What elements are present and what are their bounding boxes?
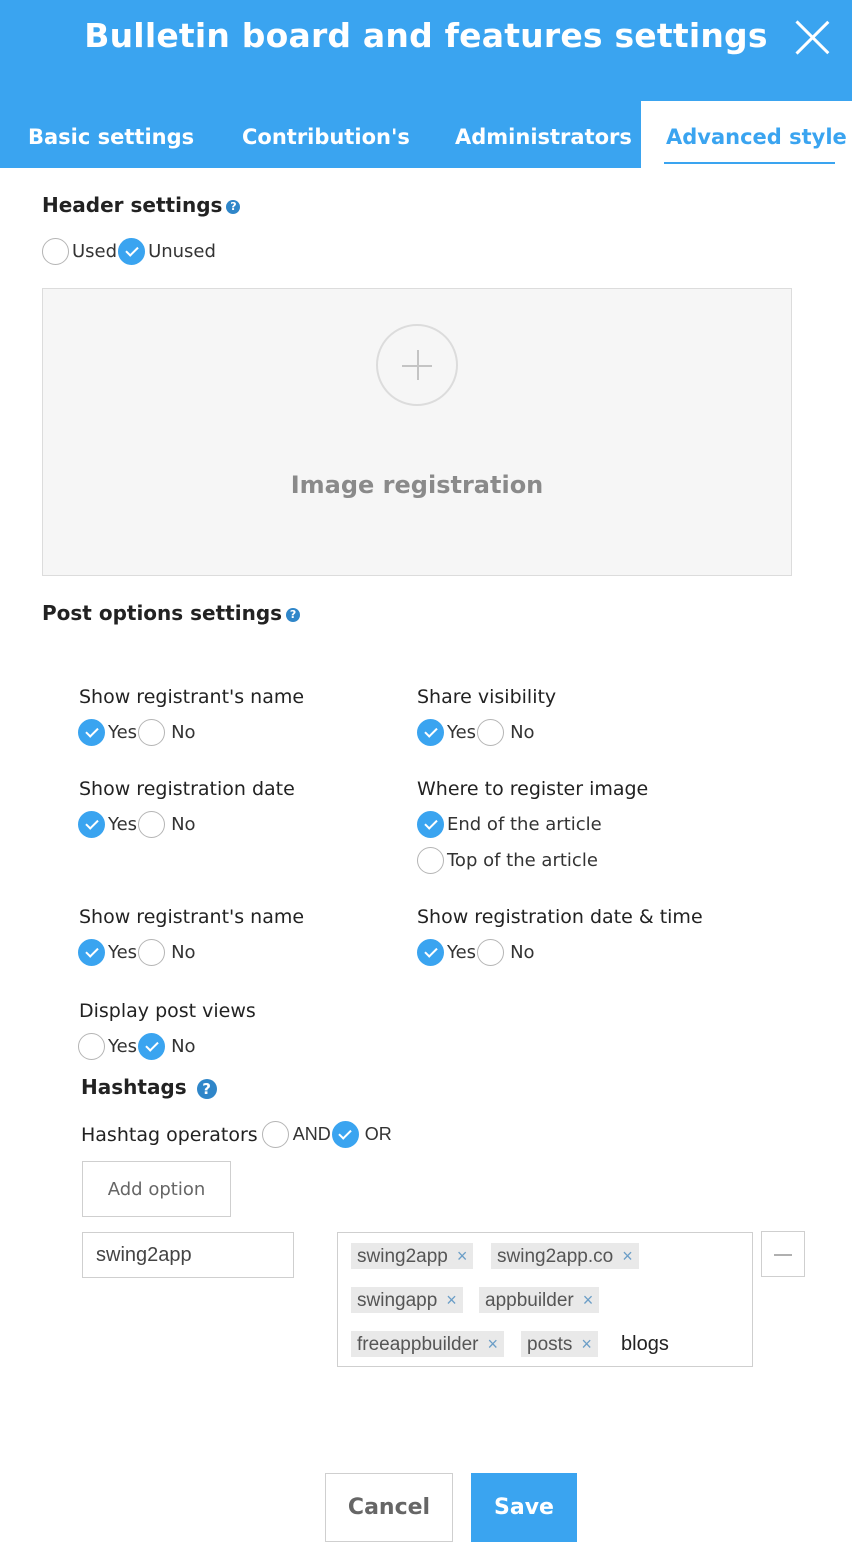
tag-text: swing2app.co — [497, 1246, 614, 1267]
radio-no[interactable] — [138, 811, 166, 838]
header-settings-options: Used Unused — [42, 238, 217, 265]
hashtag-operators-row: Hashtag operators AND OR — [81, 1121, 393, 1148]
dialog-title: Bulletin board and features settings — [84, 16, 768, 55]
close-icon[interactable] — [793, 18, 831, 56]
radio-label-top-of-article: Top of the article — [447, 850, 598, 871]
radio-or[interactable] — [331, 1121, 359, 1148]
radio-label-no: No — [510, 942, 535, 963]
radio-label-no: No — [171, 1036, 196, 1057]
radio-label-yes: Yes — [108, 722, 138, 743]
tag-text: swingapp — [357, 1290, 438, 1311]
radio-label-yes: Yes — [108, 814, 138, 835]
tab-administrators[interactable]: Administrators — [455, 125, 632, 149]
display-post-views-options: Yes No — [78, 1033, 197, 1060]
field-label-show-registrant-name-2: Show registrant's name — [79, 906, 305, 928]
radio-label-no: No — [171, 814, 196, 835]
image-position-top-option: Top of the article — [417, 847, 599, 874]
hashtag-tags-input[interactable]: swing2app × swing2app.co × swingapp × appbu… — [337, 1232, 753, 1367]
tab-contributions[interactable]: Contribution's — [242, 125, 410, 149]
tag-chip: swing2app.co × — [491, 1243, 639, 1269]
hashtags-title: Hashtags? — [81, 1075, 217, 1099]
post-options-title: Post options settings? — [42, 601, 301, 625]
radio-yes[interactable] — [78, 811, 105, 838]
tag-chip: posts × — [521, 1331, 598, 1357]
tag-typing-text[interactable]: blogs — [621, 1331, 669, 1357]
dialog-header: Bulletin board and features settings Bas… — [0, 0, 852, 168]
tag-text: swing2app — [357, 1246, 448, 1267]
radio-label-and: AND — [292, 1124, 331, 1144]
radio-label-unused: Unused — [148, 241, 216, 262]
field-label-display-post-views: Display post views — [79, 1000, 256, 1022]
show-registration-date-options: Yes No — [78, 811, 197, 838]
tag-text: appbuilder — [485, 1290, 574, 1311]
help-icon[interactable]: ? — [196, 1078, 217, 1099]
post-options-label: Post options settings — [42, 601, 283, 625]
remove-tag-icon[interactable]: × — [446, 1290, 457, 1310]
remove-tag-icon[interactable]: × — [457, 1246, 468, 1266]
radio-unused[interactable] — [118, 238, 146, 265]
image-upload-area[interactable]: Image registration — [42, 288, 792, 576]
help-icon[interactable]: ? — [286, 607, 301, 622]
radio-label-used: Used — [72, 241, 118, 262]
tag-text: freeappbuilder — [357, 1334, 479, 1355]
radio-no[interactable] — [138, 1033, 166, 1060]
hashtags-label: Hashtags — [81, 1075, 187, 1099]
tab-basic-settings[interactable]: Basic settings — [28, 125, 194, 149]
show-registration-date-time-options: Yes No — [417, 939, 536, 966]
remove-option-button[interactable] — [761, 1231, 805, 1277]
share-visibility-options: Yes No — [417, 719, 536, 746]
tag-chip: swing2app × — [351, 1243, 474, 1269]
show-registrant-name-2-options: Yes No — [78, 939, 197, 966]
radio-yes[interactable] — [78, 1033, 105, 1060]
tag-chip: appbuilder × — [479, 1287, 600, 1313]
remove-tag-icon[interactable]: × — [487, 1334, 498, 1354]
radio-yes[interactable] — [417, 719, 444, 746]
header-settings-title: Header settings? — [42, 193, 241, 217]
field-label-where-to-register-image: Where to register image — [417, 778, 649, 800]
radio-label-no: No — [171, 722, 196, 743]
tag-chip: freeappbuilder × — [351, 1331, 504, 1357]
radio-top-of-article[interactable] — [417, 847, 444, 874]
radio-label-yes: Yes — [108, 942, 138, 963]
cancel-button[interactable]: Cancel — [325, 1473, 453, 1542]
radio-no[interactable] — [477, 719, 505, 746]
radio-label-yes: Yes — [447, 942, 477, 963]
radio-used[interactable] — [42, 238, 69, 265]
hashtag-operators-label: Hashtag operators — [81, 1123, 258, 1146]
remove-tag-icon[interactable]: × — [581, 1334, 592, 1354]
image-registration-label: Image registration — [290, 471, 544, 499]
radio-label-yes: Yes — [108, 1036, 138, 1057]
radio-yes[interactable] — [78, 939, 105, 966]
image-position-end-option: End of the article — [417, 811, 603, 838]
field-label-show-registrant-name: Show registrant's name — [79, 686, 305, 708]
header-settings-label: Header settings — [42, 193, 223, 217]
field-label-share-visibility: Share visibility — [417, 686, 557, 708]
radio-and[interactable] — [261, 1121, 289, 1148]
radio-no[interactable] — [138, 719, 166, 746]
radio-label-no: No — [171, 942, 196, 963]
help-icon[interactable]: ? — [226, 199, 241, 214]
tab-advanced-style[interactable]: Advanced style — [666, 125, 847, 149]
radio-end-of-article[interactable] — [417, 811, 444, 838]
field-label-show-registration-date: Show registration date — [79, 778, 295, 800]
remove-tag-icon[interactable]: × — [583, 1290, 594, 1310]
tag-text: posts — [527, 1334, 573, 1355]
radio-no[interactable] — [138, 939, 166, 966]
radio-label-end-of-article: End of the article — [447, 814, 602, 835]
radio-yes[interactable] — [78, 719, 105, 746]
add-image-icon[interactable] — [376, 324, 458, 406]
radio-label-no: No — [510, 722, 535, 743]
remove-tag-icon[interactable]: × — [622, 1246, 633, 1266]
show-registrant-name-options: Yes No — [78, 719, 197, 746]
radio-label-yes: Yes — [447, 722, 477, 743]
save-button[interactable]: Save — [471, 1473, 577, 1542]
hashtag-group-input[interactable]: swing2app — [82, 1232, 294, 1278]
tag-chip: swingapp × — [351, 1287, 463, 1313]
add-option-button[interactable]: Add option — [82, 1161, 231, 1217]
radio-no[interactable] — [477, 939, 505, 966]
radio-yes[interactable] — [417, 939, 444, 966]
field-label-show-registration-date-time: Show registration date & time — [417, 906, 703, 928]
radio-label-or: OR — [364, 1124, 392, 1144]
active-tab-indicator — [664, 162, 835, 164]
